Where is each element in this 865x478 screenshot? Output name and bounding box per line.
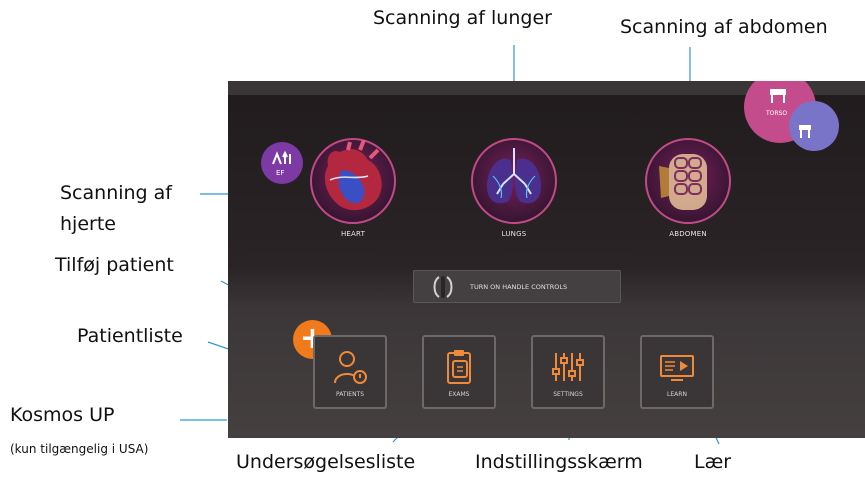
callout-lungs: Scanning af lunger (373, 7, 552, 29)
handle-probe-icon (433, 276, 453, 298)
handle-controls-label: TURN ON HANDLE CONTROLS (470, 283, 568, 291)
torso-label: TORSO (765, 110, 787, 117)
settings-button[interactable]: SETTINGS (531, 335, 605, 409)
ef-label: EF (276, 169, 284, 177)
patients-button[interactable]: PATIENTS (313, 335, 387, 409)
patients-label: PATIENTS (335, 391, 365, 398)
callout-exam-list: Undersøgelsesliste (236, 451, 416, 473)
learn-label: LEARN (667, 391, 687, 398)
heart-scan-button[interactable]: HEART (298, 138, 408, 238)
device-screen: TORSO HEART EF LUNGS ABDOMEN TURN ON HAN… (228, 81, 865, 438)
exams-button[interactable]: EXAMS (422, 335, 496, 409)
clipboard-icon (447, 350, 471, 384)
lungs-label: LUNGS (501, 230, 527, 238)
learn-button[interactable]: LEARN (640, 335, 714, 409)
ef-trend-icon: EF (272, 150, 291, 177)
abdomen-scan-button[interactable]: ABDOMEN (633, 138, 743, 238)
abdomen-ring (645, 138, 731, 224)
heart-label: HEART (340, 230, 366, 238)
abdomen-label: ABDOMEN (669, 230, 707, 238)
callout-kosmos-up: Kosmos UP (10, 404, 115, 426)
heart-icon (324, 139, 382, 211)
settings-label: SETTINGS (553, 391, 583, 398)
patient-icon (334, 351, 367, 384)
callout-abdomen: Scanning af abdomen (620, 16, 828, 38)
callout-add-patient: Tilføj patient (55, 254, 174, 276)
preset-button-secondary[interactable] (789, 101, 839, 151)
table-icon (799, 125, 811, 138)
video-lesson-icon (660, 355, 694, 381)
callout-patient-list: Patientliste (77, 325, 183, 347)
exams-label: EXAMS (448, 391, 470, 398)
handle-controls-toggle[interactable]: TURN ON HANDLE CONTROLS (413, 270, 621, 303)
callout-kosmos-note: (kun tilgængelig i USA) (10, 442, 149, 456)
callout-learn: Lær (694, 451, 732, 473)
lungs-icon (487, 148, 541, 204)
heart-ring (310, 138, 396, 224)
ef-button[interactable]: EF (261, 142, 303, 184)
lungs-ring (471, 138, 557, 224)
abdomen-icon (659, 154, 707, 210)
callout-settings: Indstillingsskærm (475, 451, 643, 473)
sliders-icon (552, 353, 584, 381)
callout-heart-line2: hjerte (60, 213, 116, 235)
lungs-scan-button[interactable]: LUNGS (459, 138, 569, 238)
callout-heart-line1: Scanning af (60, 182, 172, 204)
